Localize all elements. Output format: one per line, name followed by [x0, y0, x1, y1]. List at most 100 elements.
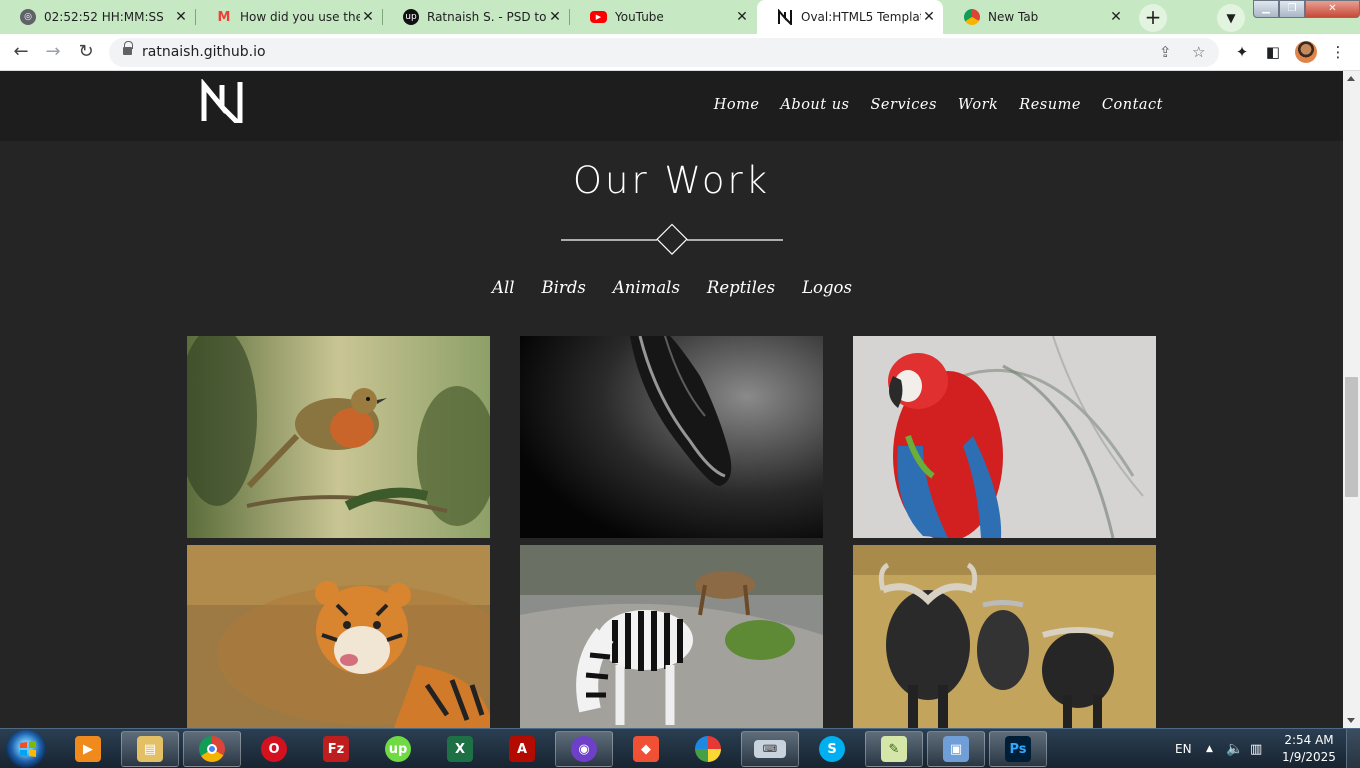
network-icon[interactable]: ▥ [1250, 729, 1262, 768]
new-tab-button[interactable]: + [1139, 4, 1167, 32]
taskbar-github-desktop[interactable]: ◉ [555, 731, 613, 767]
close-tab-icon[interactable]: ✕ [360, 9, 376, 25]
back-arrow-icon[interactable]: ← [8, 39, 34, 65]
taskbar-keyboard[interactable]: ⌨ [741, 731, 799, 767]
nav-home[interactable]: Home [714, 97, 760, 113]
page-viewport: Home About us Services Work Resume Conta… [0, 71, 1343, 728]
browser-toolbar: ← → ↻ ratnaish.github.io ⇪ ☆ ✦ ◧ ⋮ [0, 34, 1360, 71]
opera-icon: O [261, 736, 287, 762]
main-nav: Home About us Services Work Resume Conta… [714, 97, 1163, 113]
filter-birds[interactable]: Birds [542, 278, 586, 297]
diamond-divider-icon [561, 223, 783, 255]
scroll-up-arrow-icon[interactable] [1347, 76, 1355, 81]
upwork-icon: up [403, 9, 419, 25]
gallery-item-robin[interactable] [187, 336, 490, 538]
show-desktop-button[interactable] [1346, 729, 1360, 768]
excel-icon: X [447, 736, 473, 762]
close-tab-icon[interactable]: ✕ [1108, 9, 1124, 25]
folder-icon: ▤ [137, 736, 163, 762]
profile-avatar[interactable] [1295, 41, 1317, 63]
nav-work[interactable]: Work [958, 97, 998, 113]
git-icon: ◆ [633, 736, 659, 762]
cape-buffalo-herd-image [853, 545, 1156, 728]
taskbar-photo-viewer[interactable]: ▣ [927, 731, 985, 767]
globe-icon: ◎ [20, 9, 36, 25]
filter-reptiles[interactable]: Reptiles [707, 278, 775, 297]
gallery-item-zebra[interactable] [520, 545, 823, 728]
close-tab-icon[interactable]: ✕ [734, 9, 750, 25]
nav-services[interactable]: Services [871, 97, 937, 113]
share-icon[interactable]: ⇪ [1159, 43, 1172, 61]
color-wheel-icon [695, 736, 721, 762]
tab-new-tab[interactable]: New Tab ✕ [944, 0, 1130, 34]
gallery-item-macaw[interactable] [853, 336, 1156, 538]
window-controls: ▁ ❐ ✕ [1253, 0, 1360, 18]
url-text[interactable]: ratnaish.github.io [142, 44, 266, 60]
red-macaw-parrot-image [853, 336, 1156, 538]
gallery-item-tiger[interactable] [187, 545, 490, 728]
taskbar-photoshop[interactable]: Ps [989, 731, 1047, 767]
tab-title: YouTube [615, 10, 664, 24]
filter-logos[interactable]: Logos [802, 278, 852, 297]
taskbar-color-picker[interactable] [679, 731, 737, 767]
oval-logo-icon[interactable] [201, 79, 243, 123]
start-button[interactable] [6, 730, 46, 768]
gallery-item-buffalo[interactable] [853, 545, 1156, 728]
language-indicator[interactable]: EN [1175, 729, 1192, 768]
filter-all[interactable]: All [492, 278, 514, 297]
black-snake-image [520, 336, 823, 538]
tab-gmail[interactable]: M How did you use these ✕ [196, 0, 383, 34]
oval-logo-icon [777, 9, 793, 25]
tab-search-button[interactable]: ▼ [1217, 4, 1245, 32]
taskbar-git[interactable]: ◆ [617, 731, 675, 767]
restore-icon[interactable]: ❐ [1279, 0, 1305, 18]
taskbar-skype[interactable]: S [803, 731, 861, 767]
scroll-down-arrow-icon[interactable] [1347, 718, 1355, 723]
github-icon: ◉ [571, 736, 597, 762]
chrome-icon [199, 736, 225, 762]
windows-logo-icon [20, 741, 36, 757]
gallery-item-snake[interactable] [520, 336, 823, 538]
taskbar-filezilla[interactable]: Fz [307, 731, 365, 767]
nav-resume[interactable]: Resume [1019, 97, 1081, 113]
taskbar-upwork[interactable]: up [369, 731, 427, 767]
nav-about[interactable]: About us [780, 97, 849, 113]
tab-oval-template[interactable]: Oval:HTML5 Template ✕ [757, 0, 943, 34]
bookmark-star-icon[interactable]: ☆ [1192, 43, 1205, 61]
taskbar-vlc[interactable]: ▶ [59, 731, 117, 767]
side-panel-icon[interactable]: ◧ [1261, 40, 1285, 64]
filter-animals[interactable]: Animals [613, 278, 680, 297]
taskbar-acrobat[interactable]: A [493, 731, 551, 767]
nav-contact[interactable]: Contact [1102, 97, 1163, 113]
close-tab-icon[interactable]: ✕ [921, 9, 937, 25]
taskbar-file-explorer[interactable]: ▤ [121, 731, 179, 767]
tab-clock[interactable]: ◎ 02:52:52 HH:MM:SS ✕ [0, 0, 196, 34]
tab-youtube[interactable]: ▶ YouTube ✕ [570, 0, 756, 34]
menu-kebab-icon[interactable]: ⋮ [1326, 40, 1350, 64]
tab-upwork-profile[interactable]: up Ratnaish S. - PSD to HT ✕ [383, 0, 570, 34]
photo-viewer-icon: ▣ [943, 736, 969, 762]
chrome-icon [964, 9, 980, 25]
robin-bird-image [187, 336, 490, 538]
taskbar-opera[interactable]: O [245, 731, 303, 767]
tab-title: How did you use these [240, 10, 360, 24]
close-window-icon[interactable]: ✕ [1305, 0, 1360, 18]
lock-icon[interactable] [123, 41, 133, 56]
close-tab-icon[interactable]: ✕ [547, 9, 563, 25]
extensions-puzzle-icon[interactable]: ✦ [1230, 40, 1254, 64]
close-tab-icon[interactable]: ✕ [173, 9, 189, 25]
minimize-icon[interactable]: ▁ [1253, 0, 1279, 18]
taskbar-excel[interactable]: X [431, 731, 489, 767]
scrollbar-thumb[interactable] [1345, 377, 1358, 497]
tray-expand-arrow-icon[interactable]: ▲ [1206, 729, 1213, 768]
reload-icon[interactable]: ↻ [73, 39, 99, 65]
page-scrollbar[interactable] [1343, 71, 1360, 728]
volume-icon[interactable]: 🔈 [1226, 729, 1243, 768]
taskbar-chrome[interactable] [183, 731, 241, 767]
forward-arrow-icon[interactable]: → [40, 39, 66, 65]
vlc-icon: ▶ [75, 736, 101, 762]
system-clock[interactable]: 2:54 AM 1/9/2025 [1276, 732, 1342, 766]
taskbar-notepad-plus[interactable]: ✎ [865, 731, 923, 767]
zebra-and-eland-image [520, 545, 823, 728]
address-bar[interactable]: ratnaish.github.io ⇪ ☆ [109, 38, 1219, 67]
